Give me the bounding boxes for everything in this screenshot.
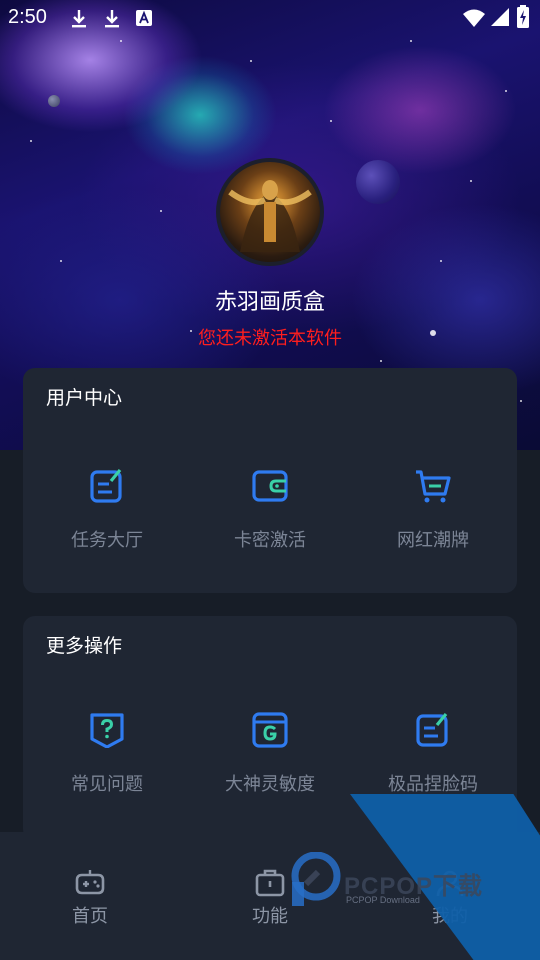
watermark-subtext: PCPOP Download (346, 895, 420, 905)
planet-decoration-small (48, 95, 60, 107)
tile-task-hall[interactable]: 任务大厅 (27, 468, 187, 578)
edit-note-icon (416, 712, 448, 747)
status-time: 2:50 (8, 6, 47, 28)
card-title: 更多操作 (46, 635, 123, 657)
download-icon (72, 10, 86, 28)
app-name: 赤羽画质盒 (214, 290, 325, 315)
planet-decoration (356, 160, 400, 204)
card-title: 用户中心 (46, 387, 123, 409)
tile-card-activation[interactable]: 卡密激活 (190, 468, 350, 578)
tile-trendy-brand[interactable]: 网红潮牌 (353, 468, 513, 578)
battery-charging-icon (517, 5, 529, 28)
download-icon (105, 10, 119, 28)
avatar[interactable] (216, 158, 324, 266)
cell-signal-icon (491, 8, 509, 26)
tile-label: 常见问题 (71, 774, 143, 795)
wallet-icon (252, 470, 288, 502)
pcpop-logo-icon (291, 852, 341, 906)
edit-note-icon (90, 468, 122, 503)
shopping-cart-icon (416, 470, 451, 503)
tile-faq[interactable]: 常见问题 (27, 712, 187, 822)
activation-status[interactable]: 您还未激活本软件 (0, 324, 540, 350)
tile-label: 卡密激活 (234, 530, 306, 551)
gamepad-icon (75, 870, 105, 895)
tile-label: 任务大厅 (71, 530, 143, 551)
tile-label: 极品捏脸码 (388, 774, 478, 795)
tile-label: 网红潮牌 (397, 530, 469, 551)
status-bar: 2:50 (0, 0, 540, 36)
tile-sensitivity[interactable]: 大神灵敏度 (190, 712, 350, 822)
nav-label: 首页 (72, 906, 108, 927)
g-window-icon (252, 712, 288, 748)
warrior-avatar-image (228, 180, 312, 252)
nav-item-home[interactable]: 首页 (30, 832, 150, 960)
tile-label: 大神灵敏度 (225, 774, 315, 795)
wifi-icon (463, 9, 485, 27)
help-shield-icon (90, 713, 124, 748)
user-center-card: 用户中心 任务大厅 卡密激活 网红潮牌 (23, 368, 517, 593)
font-a-icon (136, 10, 152, 26)
toolbox-icon (255, 869, 285, 897)
